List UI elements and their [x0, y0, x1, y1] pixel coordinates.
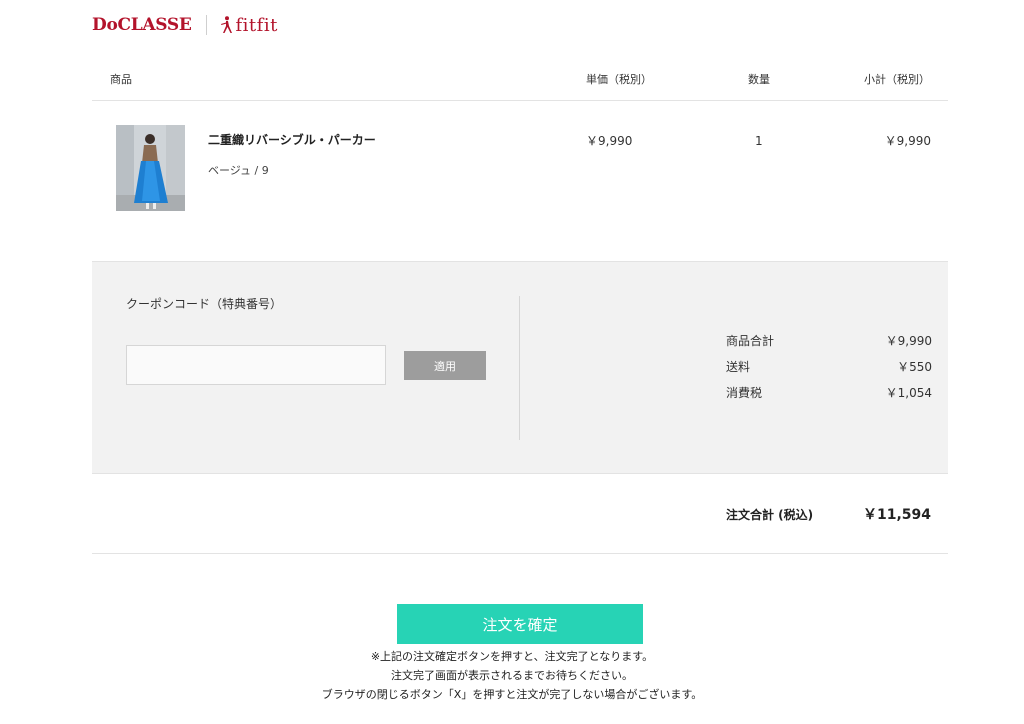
confirm-order-button[interactable]: 注文を確定	[397, 604, 643, 644]
confirm-note-2: 注文完了画面が表示されるまでお待ちください。	[391, 669, 633, 682]
order-total-value: ￥11,594	[862, 507, 931, 523]
column-header-subtotal: 小計（税別）	[864, 73, 930, 86]
confirm-note-3: ブラウザの閉じるボタン「X」を押すと注文が完了しない場合がございます。	[321, 688, 703, 701]
product-quantity: 1	[755, 134, 763, 148]
items-total-value: ￥9,990	[885, 334, 932, 348]
price-breakdown: 商品合計 ￥9,990 送料 ￥550 消費税 ￥1,054	[726, 332, 932, 410]
product-subtotal: ￥9,990	[884, 134, 931, 148]
coupon-label: クーポンコード（特典番号）	[126, 297, 283, 311]
order-total-label: 注文合計 (税込)	[726, 508, 814, 522]
product-unit-price: ￥9,990	[586, 134, 633, 148]
confirm-notes: ※上記の注文確定ボタンを押すと、注文完了となります。 注文完了画面が表示されるま…	[212, 647, 812, 704]
items-total-label: 商品合計	[726, 334, 775, 348]
shipping-value: ￥550	[897, 360, 932, 374]
summary-divider	[519, 296, 520, 440]
logo-divider	[205, 15, 207, 35]
product-variant: ベージュ / 9	[208, 164, 269, 177]
header: DoCLASSE fitfit	[92, 12, 278, 38]
breakdown-row-items: 商品合計 ￥9,990	[726, 332, 932, 358]
fitfit-figure-icon	[219, 16, 233, 34]
summary-panel: クーポンコード（特典番号） 適用 商品合計 ￥9,990 送料 ￥550 消費税…	[92, 261, 948, 474]
fitfit-logo[interactable]: fitfit	[219, 15, 278, 36]
checkout-page: DoCLASSE fitfit 商品 単価（税別） 数量 小計（税別） 二重織リ…	[0, 0, 1024, 724]
shipping-label: 送料	[726, 360, 751, 374]
confirm-note-1: ※上記の注文確定ボタンを押すと、注文完了となります。	[370, 650, 654, 663]
order-total-row: 注文合計 (税込) ￥11,594	[92, 473, 948, 554]
breakdown-row-shipping: 送料 ￥550	[726, 358, 932, 384]
fitfit-logo-text: fitfit	[235, 14, 278, 36]
product-name[interactable]: 二重織リバーシブル・パーカー	[208, 131, 376, 148]
cart-table-header: 商品 単価（税別） 数量 小計（税別）	[92, 64, 948, 101]
coupon-code-input[interactable]	[126, 345, 386, 385]
column-header-unit-price: 単価（税別）	[586, 73, 652, 86]
product-thumbnail[interactable]	[116, 125, 185, 211]
column-header-product: 商品	[110, 73, 132, 86]
apply-coupon-button[interactable]: 適用	[404, 351, 486, 380]
doclasse-logo[interactable]: DoCLASSE	[92, 15, 192, 35]
tax-value: ￥1,054	[885, 386, 932, 400]
cart-item-row: 二重織リバーシブル・パーカー ベージュ / 9 ￥9,990 1 ￥9,990	[92, 101, 948, 261]
column-header-quantity: 数量	[748, 73, 770, 86]
tax-label: 消費税	[726, 386, 763, 400]
breakdown-row-tax: 消費税 ￥1,054	[726, 384, 932, 410]
